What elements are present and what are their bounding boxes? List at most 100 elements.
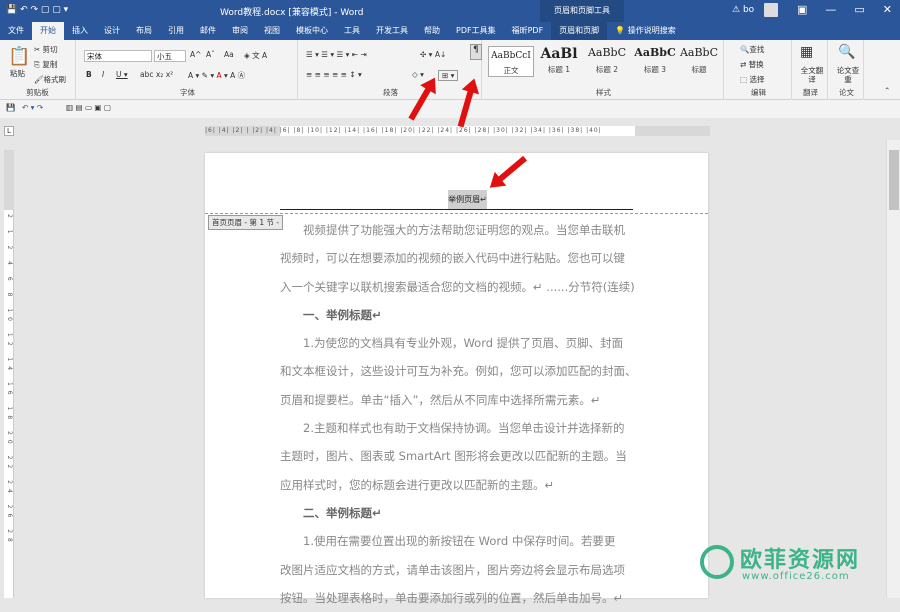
underline-icon[interactable]: U ▾ [116, 70, 128, 79]
group-label-font: 字体 [180, 88, 195, 97]
clipboard-icon[interactable]: 📋 [8, 46, 30, 67]
paste-button[interactable]: 粘贴 [10, 68, 25, 79]
ribbon: 📋 粘贴 ✂ 剪切 ⎘ 复制 🖌格式刷 剪贴板 宋体 小五 A^ Aˇ Aa ◈… [0, 40, 900, 100]
scissors-icon: ✂ [34, 45, 43, 54]
logo-name: 欧菲资源网 [740, 548, 861, 573]
font-name-select[interactable]: 宋体 [84, 50, 152, 62]
show-marks-icon[interactable]: ¶ [470, 44, 482, 60]
document-title: Word教程.docx [兼容模式] - Word [220, 8, 364, 18]
paragraph-line: 1.为使您的文档具有专业外观，Word 提供了页眉、页脚、封面 [303, 336, 624, 351]
tab-references[interactable]: 引用 [160, 22, 192, 40]
document-page[interactable]: 举例页眉↵ 首页页眉 - 第 1 节 - 视频提供了功能强大的方法帮助您证明您的… [205, 153, 708, 605]
tab-template-center[interactable]: 模板中心 [288, 22, 336, 40]
paper-check-icon[interactable]: 🔍 [838, 44, 855, 60]
tab-pdf-tools[interactable]: PDF工具集 [448, 22, 504, 40]
tab-home[interactable]: 开始 [32, 22, 64, 40]
strikethrough-icon[interactable]: abc x₂ x² [140, 70, 173, 79]
horizontal-ruler[interactable]: |6| |4| |2| | |2| |4| |6| |8| |10| |12| … [205, 126, 710, 136]
ribbon-tabs: 文件 开始 插入 设计 布局 引用 邮件 审阅 视图 模板中心 工具 开发工具 … [0, 22, 900, 40]
shrink-font-button[interactable]: Aˇ [206, 50, 215, 59]
clear-format-icon[interactable]: ◈ 文 A [244, 50, 267, 61]
heading-line: 二、举例标题↵ [303, 505, 382, 520]
grow-font-button[interactable]: A^ [190, 50, 201, 59]
header-paragraph-mark: ↵ [480, 195, 487, 204]
brush-icon: 🖌 [34, 75, 44, 84]
font-size-select[interactable]: 小五 [154, 50, 186, 62]
cut-button[interactable]: ✂ 剪切 [34, 44, 58, 55]
style-name: 标题 1 [547, 65, 571, 74]
translate-icon[interactable]: ▦ [800, 44, 813, 60]
paragraph-line: 页眉和提要栏。单击“插入”，然后从不同库中选择所需元素。↵ [280, 392, 601, 407]
tab-help[interactable]: 帮助 [416, 22, 448, 40]
style-title[interactable]: AaBbC 标题 [676, 46, 722, 75]
copy-button[interactable]: ⎘ 复制 [34, 59, 57, 70]
heading-line: 一、举例标题↵ [303, 307, 382, 322]
ribbon-display-icon[interactable]: ▣ [797, 3, 807, 16]
select-button[interactable]: ⬚ 选择 [740, 74, 764, 85]
tab-layout[interactable]: 布局 [128, 22, 160, 40]
copy-label: 复制 [42, 60, 58, 69]
vertical-scrollbar[interactable] [886, 140, 900, 598]
logo-circle-icon [700, 545, 734, 579]
shading-icon[interactable]: ◇ ▾ [412, 70, 424, 79]
tab-developer[interactable]: 开发工具 [368, 22, 416, 40]
find-button[interactable]: 🔍查找 [740, 44, 764, 55]
style-preview: AaBl [540, 46, 578, 62]
tab-insert[interactable]: 插入 [64, 22, 96, 40]
restore-button[interactable]: ▭ [854, 3, 864, 16]
document-body[interactable]: 视频提供了功能强大的方法帮助您证明您的观点。当您单击联机 视频时，可以在想要添加… [280, 216, 635, 612]
group-translate: ▦ 全文翻译 翻译 [794, 40, 828, 100]
format-painter-button[interactable]: 🖌格式刷 [34, 74, 66, 85]
style-heading-2[interactable]: AaBbC 标题 2 [584, 46, 630, 75]
tab-review[interactable]: 审阅 [224, 22, 256, 40]
scrollbar-thumb[interactable] [889, 150, 899, 210]
full-translate-button[interactable]: 全文翻译 [798, 66, 826, 84]
header-text[interactable]: 举例页眉↵ [448, 190, 487, 210]
tab-foxit-pdf[interactable]: 福昕PDF [504, 22, 552, 40]
header-text-value: 举例页眉 [448, 195, 481, 204]
collapse-ribbon-icon[interactable]: ⌃ [884, 86, 890, 95]
tab-selector[interactable]: L [4, 126, 14, 136]
group-editing: 🔍查找 ⇄ 替换 ⬚ 选择 编辑 [726, 40, 792, 100]
bold-icon[interactable]: B [86, 70, 92, 79]
paragraph-line: 视频时，可以在想要添加的视频的嵌入代码中进行粘贴。您也可以键 [280, 251, 625, 266]
tab-view[interactable]: 视图 [256, 22, 288, 40]
style-heading-3[interactable]: AaBbC 标题 3 [632, 46, 678, 75]
group-label-paragraph: 段落 [383, 88, 398, 97]
close-button[interactable]: ✕ [883, 3, 892, 16]
vertical-ruler[interactable]: 2 1 2 4 6 8 10 12 14 16 18 20 22 24 26 2… [4, 150, 14, 598]
group-label-paper: 论文 [839, 88, 854, 97]
change-case-button[interactable]: Aa [224, 50, 234, 59]
user-name: bo [742, 5, 755, 15]
vruler-ticks: 2 1 2 4 6 8 10 12 14 16 18 20 22 24 26 2… [6, 214, 13, 547]
undo-icon[interactable]: ↶ ▾ ↷ [22, 103, 43, 112]
tab-header-footer[interactable]: 页眉和页脚 [551, 22, 608, 40]
select-label: 选择 [749, 75, 765, 84]
tab-tell-me[interactable]: 💡 操作说明搜索 [607, 22, 684, 40]
avatar[interactable] [764, 3, 778, 17]
style-heading-1[interactable]: AaBl 标题 1 [536, 46, 582, 75]
italic-icon[interactable]: I [102, 70, 104, 79]
sort-icon[interactable]: ✣ ▾ A↓ [420, 50, 446, 59]
style-normal[interactable]: AaBbCcI 正文 [488, 46, 534, 77]
group-paragraph: ☰ ▾ ☰ ▾ ☰ ▾ ⇤ ⇥ ✣ ▾ A↓ ¶ ≡ ≡ ≡ ≡ ≡ ↕ ▾ ◇… [300, 40, 482, 100]
tab-mailings[interactable]: 邮件 [192, 22, 224, 40]
minimize-button[interactable]: — [825, 3, 836, 16]
quick-access-icons[interactable]: 💾 ↶ ↷ ▢ ▢ ▾ [6, 5, 68, 15]
tab-file[interactable]: 文件 [0, 22, 32, 40]
font-color-icon[interactable]: A [216, 71, 221, 80]
paragraph-line: 2.主题和样式也有助于文档保持协调。当您单击设计并选择新的 [303, 421, 625, 436]
tell-me-label: 操作说明搜索 [627, 26, 676, 35]
warning-icon[interactable]: ⚠ bo [732, 5, 754, 15]
toolbar-icons[interactable]: ▥ ▤ ▭ ▣ ▢ [66, 103, 111, 112]
text-effects-icon[interactable]: A ▾ ✎ ▾ A ▾ A Ⓐ [188, 70, 245, 81]
tab-design[interactable]: 设计 [96, 22, 128, 40]
save-icon[interactable]: 💾 [6, 103, 15, 112]
bullets-icon[interactable]: ☰ ▾ ☰ ▾ ☰ ▾ ⇤ ⇥ [306, 50, 367, 59]
align-icons[interactable]: ≡ ≡ ≡ ≡ ≡ ↕ ▾ [306, 70, 362, 79]
borders-icon[interactable]: ⊞ ▾ [438, 70, 459, 81]
tab-tools[interactable]: 工具 [336, 22, 368, 40]
replace-button[interactable]: ⇄ 替换 [740, 59, 764, 70]
paragraph-line: 主题时，图片、图表或 SmartArt 图形将会更改以匹配新的主题。当 [280, 449, 627, 464]
paper-check-button[interactable]: 论文查重 [834, 66, 862, 84]
